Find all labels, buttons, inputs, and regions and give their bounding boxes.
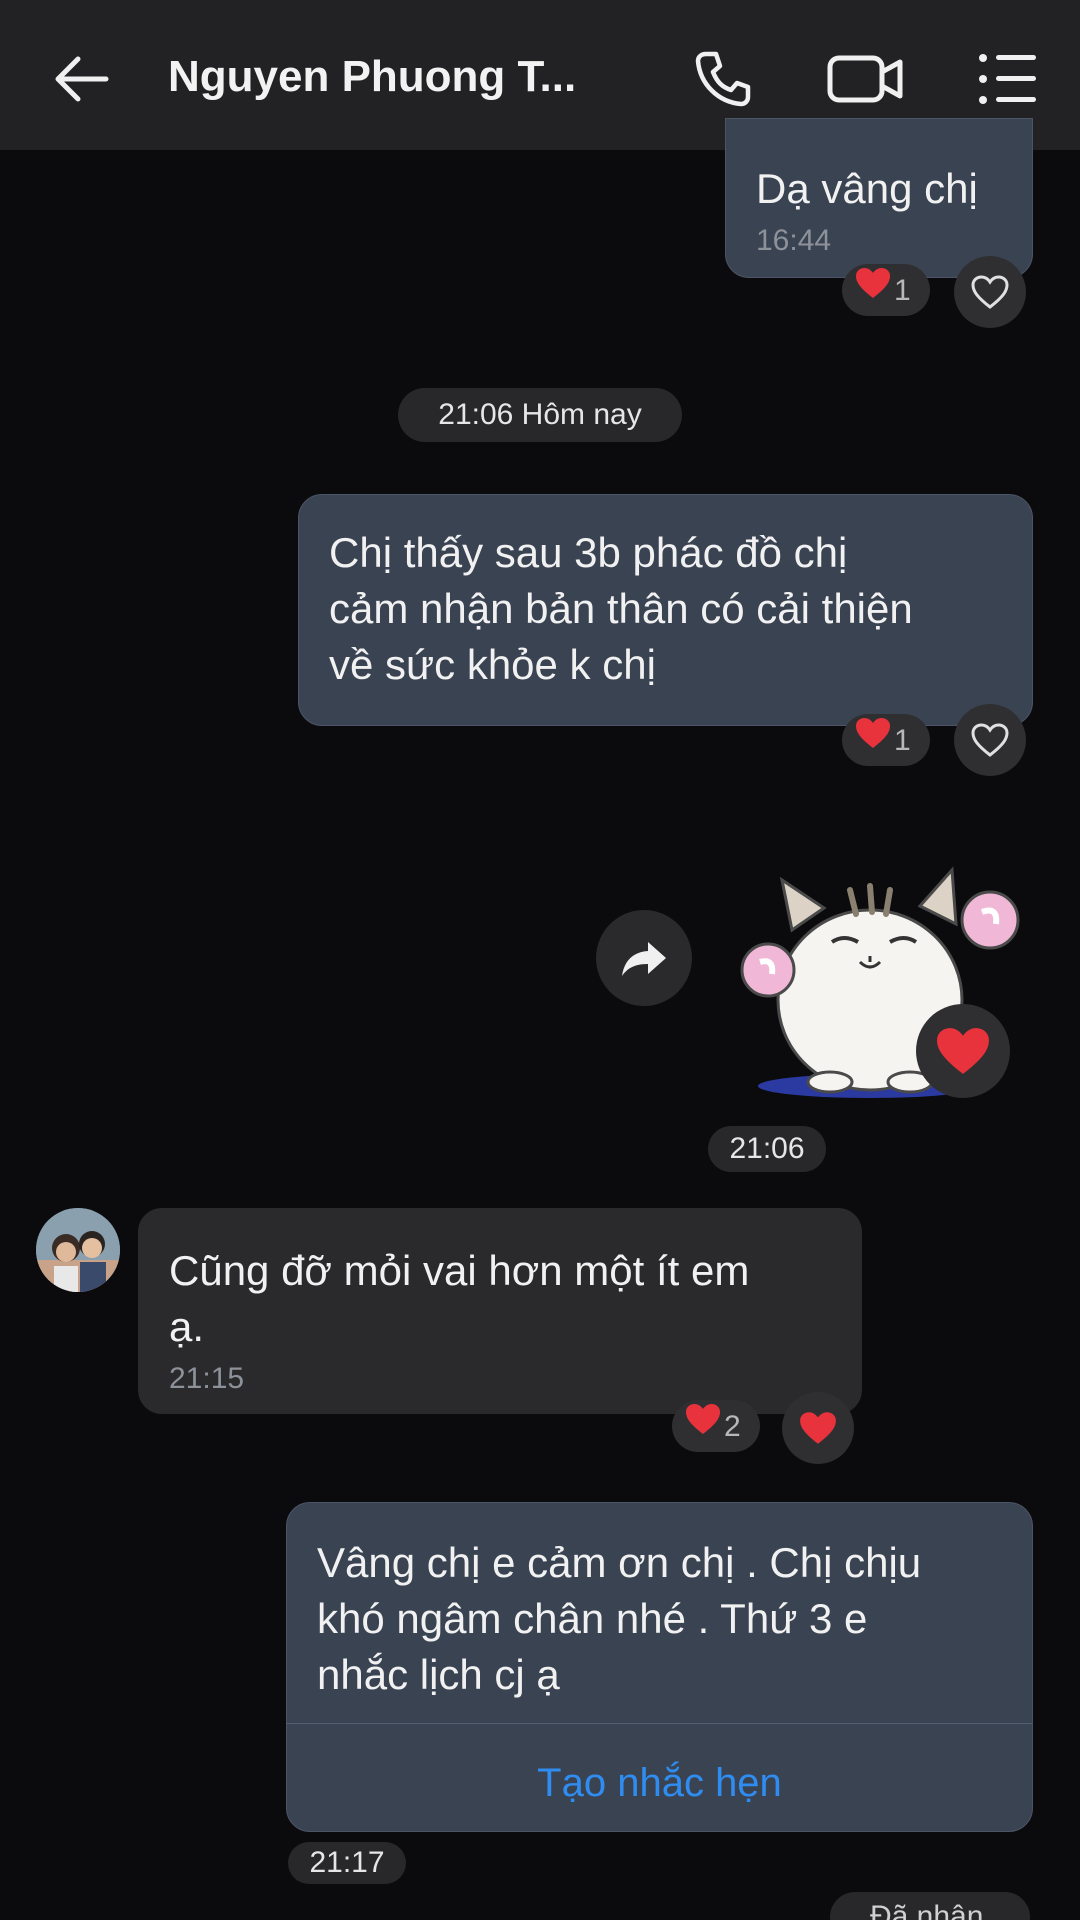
reaction-count: 1 bbox=[894, 274, 911, 308]
contact-name[interactable]: Nguyen Phuong T... bbox=[168, 52, 608, 102]
message-text: Dạ vâng chị bbox=[756, 165, 978, 212]
message-bubble-sent[interactable]: Dạ vâng chị 16:44 bbox=[725, 118, 1033, 278]
chat-screen: Nguyen Phuong T... Dạ vâng chị 16:44 1 2… bbox=[0, 0, 1080, 1920]
heart-outline-icon bbox=[971, 723, 1009, 757]
heart-icon bbox=[854, 265, 892, 317]
forward-arrow-icon bbox=[622, 942, 666, 976]
back-arrow-icon[interactable] bbox=[48, 44, 118, 114]
message-bubble-sent[interactable]: Vâng chị e cảm ơn chị . Chị chịu khó ngâ… bbox=[286, 1502, 1033, 1832]
reaction-count: 2 bbox=[724, 1410, 741, 1444]
sticker-reaction-button[interactable] bbox=[916, 1004, 1010, 1098]
seen-status-badge: Đã nhận bbox=[830, 1892, 1030, 1920]
create-reminder-link[interactable]: Tạo nhắc hẹn bbox=[287, 1755, 1032, 1811]
like-button[interactable] bbox=[782, 1392, 854, 1464]
message-time: 21:17 bbox=[288, 1842, 406, 1884]
avatar[interactable] bbox=[36, 1208, 120, 1292]
heart-icon bbox=[937, 1028, 989, 1074]
like-button[interactable] bbox=[954, 704, 1026, 776]
message-bubble-sent[interactable]: Chị thấy sau 3b phác đồ chị cảm nhận bản… bbox=[298, 494, 1033, 726]
like-button[interactable] bbox=[954, 256, 1026, 328]
reaction-badge[interactable]: 1 bbox=[842, 714, 930, 766]
message-text: Vâng chị e cảm ơn chị . Chị chịu khó ngâ… bbox=[317, 1539, 922, 1698]
reaction-badge[interactable]: 1 bbox=[842, 264, 930, 316]
message-time: 21:15 bbox=[169, 1362, 245, 1395]
heart-icon bbox=[800, 1412, 836, 1444]
menu-list-icon[interactable] bbox=[972, 44, 1042, 114]
message-time: 16:44 bbox=[756, 224, 832, 257]
phone-icon[interactable] bbox=[688, 44, 758, 114]
reminder-divider bbox=[287, 1723, 1032, 1724]
reaction-badge[interactable]: 2 bbox=[672, 1400, 760, 1452]
message-text: Cũng đỡ mỏi vai hơn một ít em ạ. bbox=[169, 1247, 750, 1350]
heart-outline-icon bbox=[971, 275, 1009, 309]
sticker-time: 21:06 bbox=[708, 1126, 826, 1172]
video-call-icon[interactable] bbox=[826, 44, 903, 114]
heart-icon bbox=[854, 715, 892, 767]
reaction-count: 1 bbox=[894, 724, 911, 758]
message-bubble-received[interactable]: Cũng đỡ mỏi vai hơn một ít em ạ. 21:15 bbox=[138, 1208, 862, 1414]
share-forward-button[interactable] bbox=[596, 910, 692, 1006]
date-separator: 21:06 Hôm nay bbox=[398, 388, 682, 442]
message-text: Chị thấy sau 3b phác đồ chị cảm nhận bản… bbox=[329, 529, 913, 688]
heart-icon bbox=[684, 1401, 722, 1453]
